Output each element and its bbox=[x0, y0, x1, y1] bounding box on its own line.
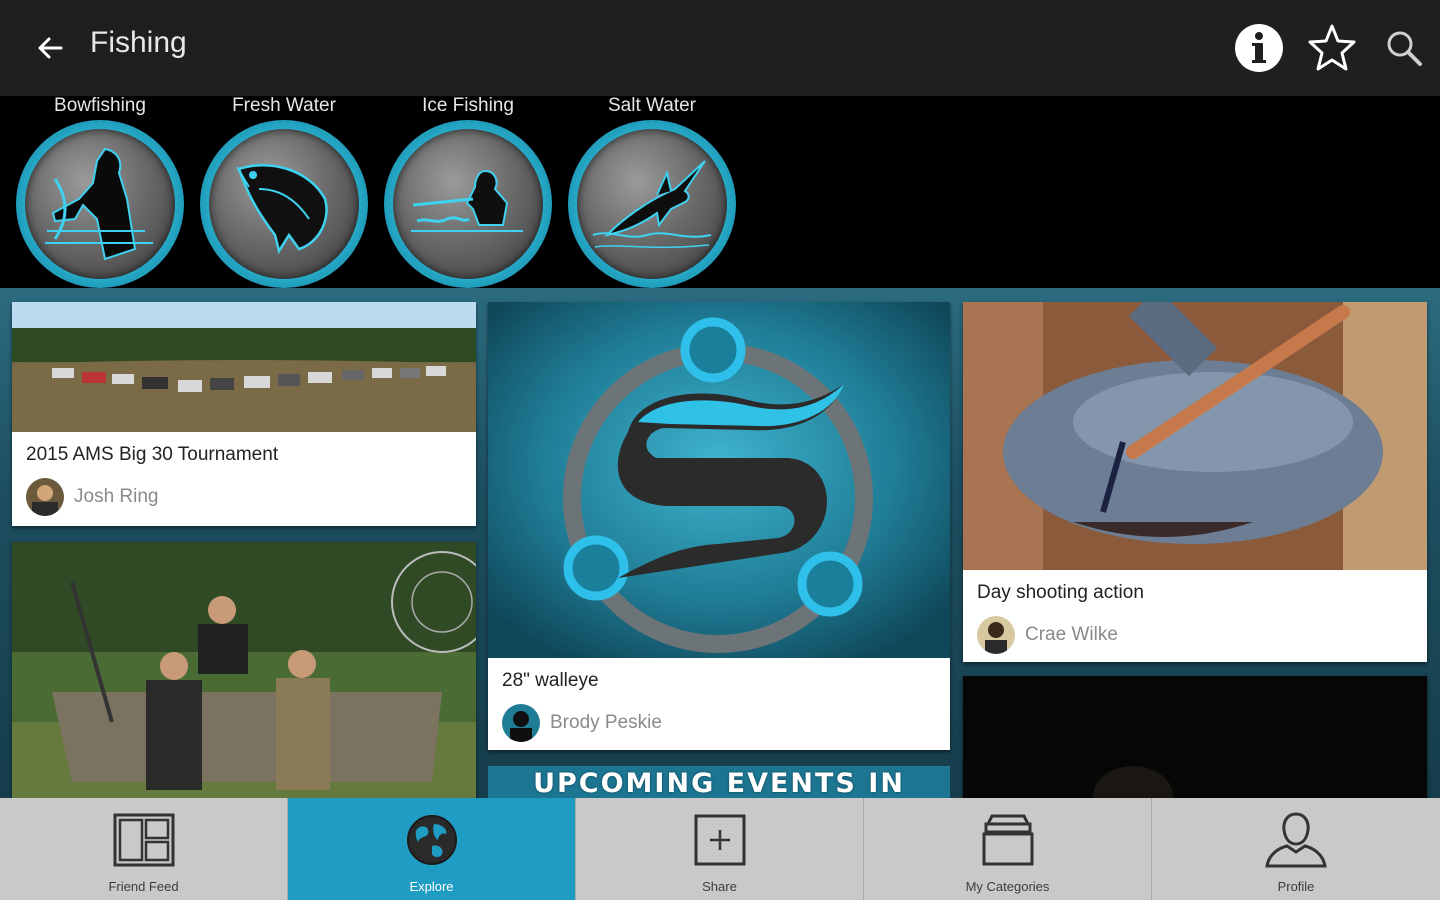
info-button[interactable] bbox=[1233, 22, 1285, 74]
info-icon bbox=[1235, 24, 1283, 72]
post-photo bbox=[12, 302, 476, 432]
post-card[interactable]: 28" walleye Brody Peskie bbox=[488, 302, 950, 750]
top-app-bar: Fishing bbox=[0, 0, 1440, 96]
category-label: Bowfishing bbox=[54, 95, 146, 116]
back-arrow-icon bbox=[38, 37, 63, 59]
nav-label: Profile bbox=[1277, 879, 1315, 894]
avatar bbox=[977, 616, 1015, 654]
post-card[interactable] bbox=[12, 542, 476, 798]
events-banner-text: UPCOMING EVENTS IN bbox=[533, 768, 905, 798]
nav-label: Friend Feed bbox=[108, 879, 179, 894]
author-name: Crae Wilke bbox=[1025, 624, 1118, 645]
category-ice-fishing[interactable]: Ice Fishing bbox=[382, 96, 554, 288]
globe-icon bbox=[406, 815, 457, 865]
post-photo bbox=[12, 542, 476, 798]
category-bowfishing[interactable]: Bowfishing bbox=[14, 96, 186, 288]
bottom-navigation: Friend Feed Explore Share My Categories … bbox=[0, 798, 1440, 900]
nav-friend-feed[interactable]: Friend Feed bbox=[0, 798, 288, 900]
category-label: Salt Water bbox=[608, 95, 696, 116]
category-label: Fresh Water bbox=[232, 95, 336, 116]
star-icon bbox=[1308, 24, 1356, 71]
category-fresh-water[interactable]: Fresh Water bbox=[198, 96, 370, 288]
nav-label: My Categories bbox=[965, 879, 1050, 894]
post-title: 28" walleye bbox=[502, 670, 599, 691]
category-salt-water[interactable]: Salt Water bbox=[566, 96, 738, 288]
author-name: Brody Peskie bbox=[550, 712, 662, 733]
person-icon bbox=[1265, 812, 1327, 868]
ice-fisher-icon bbox=[411, 169, 523, 232]
bowfisher-icon bbox=[45, 147, 153, 261]
tray-stack-icon bbox=[982, 814, 1033, 866]
post-author[interactable]: Josh Ring bbox=[26, 478, 159, 516]
category-badge bbox=[200, 120, 368, 288]
post-title: Day shooting action bbox=[977, 582, 1144, 603]
nav-label: Explore bbox=[409, 879, 454, 894]
search-icon bbox=[1387, 31, 1422, 66]
nav-profile[interactable]: Profile bbox=[1152, 798, 1440, 900]
category-strip: Bowfishing Fresh Water Ice Fishing Salt … bbox=[0, 96, 1440, 288]
post-card[interactable] bbox=[963, 676, 1427, 798]
favorite-button[interactable] bbox=[1306, 22, 1358, 74]
category-badge bbox=[568, 120, 736, 288]
post-card[interactable]: Day shooting action Crae Wilke bbox=[963, 302, 1427, 662]
author-name: Josh Ring bbox=[74, 486, 159, 507]
post-photo bbox=[488, 302, 950, 658]
avatar bbox=[26, 478, 64, 516]
post-author[interactable]: Brody Peskie bbox=[502, 704, 662, 742]
category-badge bbox=[16, 120, 184, 288]
share-plus-icon bbox=[694, 814, 745, 866]
post-photo bbox=[963, 676, 1427, 798]
category-label: Ice Fishing bbox=[422, 95, 514, 116]
category-badge bbox=[384, 120, 552, 288]
nav-explore[interactable]: Explore bbox=[288, 798, 576, 900]
nav-my-categories[interactable]: My Categories bbox=[864, 798, 1152, 900]
avatar bbox=[502, 704, 540, 742]
search-button[interactable] bbox=[1378, 22, 1430, 74]
explore-feed[interactable]: 2015 AMS Big 30 Tournament Josh Ring 28"… bbox=[0, 288, 1440, 798]
post-card[interactable]: 2015 AMS Big 30 Tournament Josh Ring bbox=[12, 302, 476, 526]
post-title: 2015 AMS Big 30 Tournament bbox=[26, 444, 279, 465]
bass-icon bbox=[236, 164, 328, 255]
marlin-icon bbox=[592, 160, 712, 249]
nav-share[interactable]: Share bbox=[576, 798, 864, 900]
friend-feed-icon bbox=[113, 813, 174, 867]
post-photo bbox=[963, 302, 1427, 570]
events-banner[interactable]: UPCOMING EVENTS IN bbox=[488, 766, 950, 798]
nav-label: Share bbox=[702, 879, 737, 894]
post-author[interactable]: Crae Wilke bbox=[977, 616, 1118, 654]
page-title: Fishing bbox=[90, 26, 187, 59]
back-button[interactable] bbox=[30, 28, 70, 68]
